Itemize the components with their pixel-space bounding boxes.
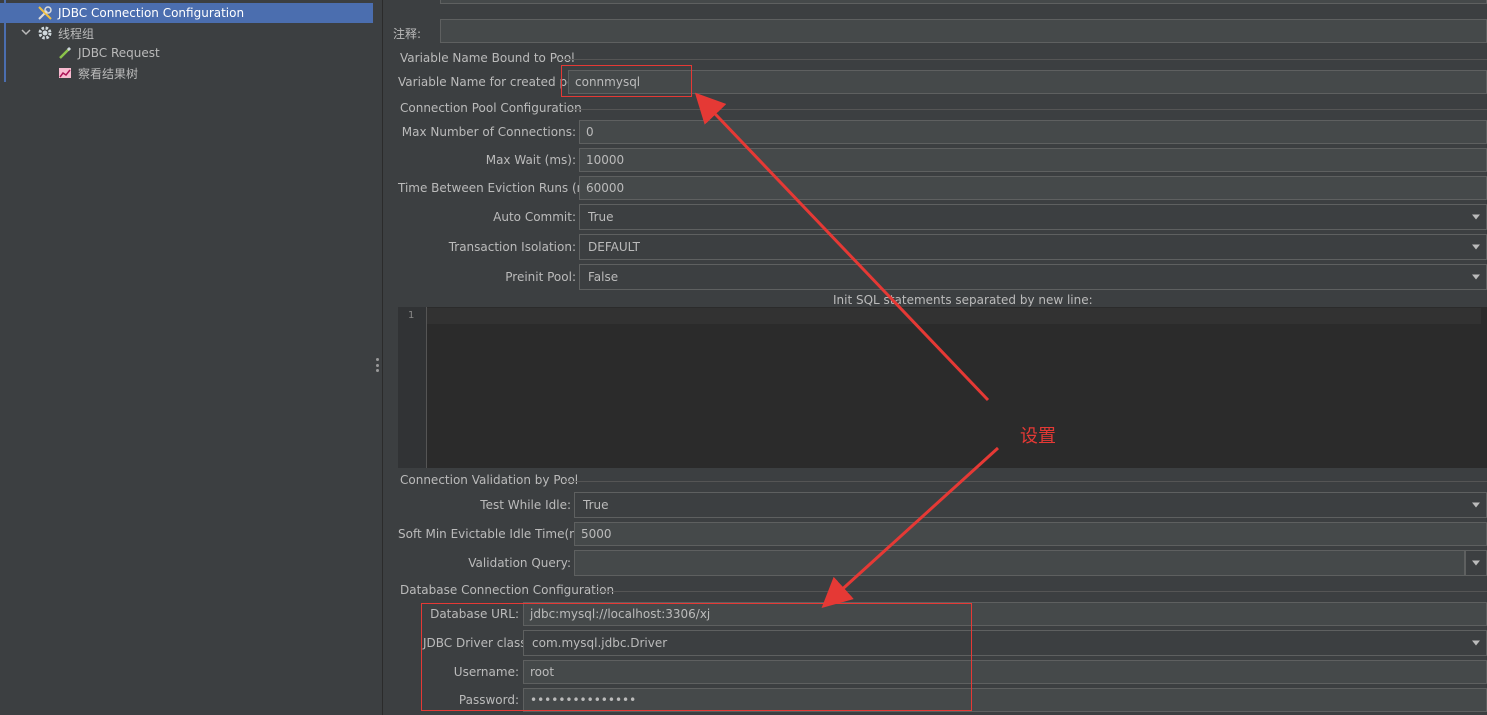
tree-item-label: 线程组 [58, 26, 95, 41]
section-title-database: Database Connection Configuration [400, 583, 615, 597]
section-title-variable-pool: Variable Name Bound to Pool [400, 51, 575, 65]
max-connections-label: Max Number of Connections: [401, 125, 576, 139]
soft-min-idle-input[interactable]: 5000 [574, 522, 1487, 546]
wrench-screwdriver-icon [36, 4, 54, 22]
max-wait-label: Max Wait (ms): [485, 153, 576, 167]
tree-item-label: 察看结果树 [78, 66, 139, 81]
section-divider [565, 481, 1487, 482]
highlight-box-database [421, 603, 972, 711]
tree-item-jdbc-request[interactable]: JDBC Request [56, 43, 160, 63]
preinit-pool-select[interactable]: False [579, 264, 1487, 290]
preinit-pool-label: Preinit Pool: [505, 270, 576, 284]
tree-item-thread-group[interactable]: 线程组 [36, 23, 94, 43]
variable-name-input[interactable]: connmysql [568, 70, 1487, 94]
line-number: 1 [408, 310, 415, 321]
eviction-runs-input[interactable]: 60000 [579, 176, 1487, 200]
section-title-pool-config: Connection Pool Configuration [400, 101, 582, 115]
section-divider [569, 109, 1487, 110]
chart-icon [56, 64, 74, 82]
chevron-down-icon [1472, 502, 1480, 508]
pipette-icon [56, 44, 74, 62]
tree-item-jdbc-connection-configuration[interactable]: JDBC Connection Configuration [0, 3, 373, 23]
transaction-isolation-select[interactable]: DEFAULT [579, 234, 1487, 260]
auto-commit-label: Auto Commit: [493, 210, 576, 224]
comment-label: 注释: [393, 27, 422, 41]
drag-handle-icon [376, 358, 380, 372]
auto-commit-select[interactable]: True [579, 204, 1487, 230]
section-title-validation: Connection Validation by Pool [400, 473, 579, 487]
line-gutter: 1 [398, 307, 427, 468]
init-sql-label: Init SQL statements separated by new lin… [833, 293, 1093, 307]
validation-query-input[interactable] [574, 550, 1465, 576]
annotation-label: 设置 [1020, 426, 1056, 447]
tree-item-view-results-tree[interactable]: 察看结果树 [56, 63, 138, 83]
chevron-down-icon [1472, 274, 1480, 280]
init-sql-editor[interactable]: 1 [398, 307, 1487, 468]
config-panel: 注释: Variable Name Bound to Pool Variable… [383, 0, 1487, 715]
validation-query-dropdown-button[interactable] [1465, 550, 1487, 576]
tree-item-label: JDBC Connection Configuration [58, 6, 245, 20]
section-divider [595, 591, 1487, 592]
validation-query-label: Validation Query: [468, 556, 571, 570]
chevron-down-icon [1472, 214, 1480, 220]
soft-min-idle-label: Soft Min Evictable Idle Time(ms): [398, 527, 596, 541]
eviction-runs-label: Time Between Eviction Runs (ms): [398, 181, 604, 195]
chevron-down-icon [1472, 560, 1480, 566]
max-connections-input[interactable]: 0 [579, 120, 1487, 144]
max-wait-input[interactable]: 10000 [579, 148, 1487, 172]
highlight-box-variable-name [561, 65, 692, 97]
comment-field[interactable] [440, 19, 1487, 43]
chevron-down-icon [1472, 244, 1480, 250]
test-plan-tree: JDBC Connection Configuration 线程组 JDBC R… [0, 0, 374, 715]
tree-item-label: JDBC Request [78, 46, 160, 60]
test-while-idle-select[interactable]: True [574, 492, 1487, 518]
panel-splitter[interactable] [374, 0, 383, 715]
section-divider [561, 59, 1487, 60]
current-line-highlight [427, 308, 1481, 324]
gear-icon [36, 24, 54, 42]
name-field[interactable] [440, 0, 1487, 4]
test-while-idle-label: Test While Idle: [480, 498, 571, 512]
chevron-down-icon[interactable] [20, 26, 32, 38]
transaction-isolation-label: Transaction Isolation: [448, 240, 576, 254]
chevron-down-icon [1472, 640, 1480, 646]
